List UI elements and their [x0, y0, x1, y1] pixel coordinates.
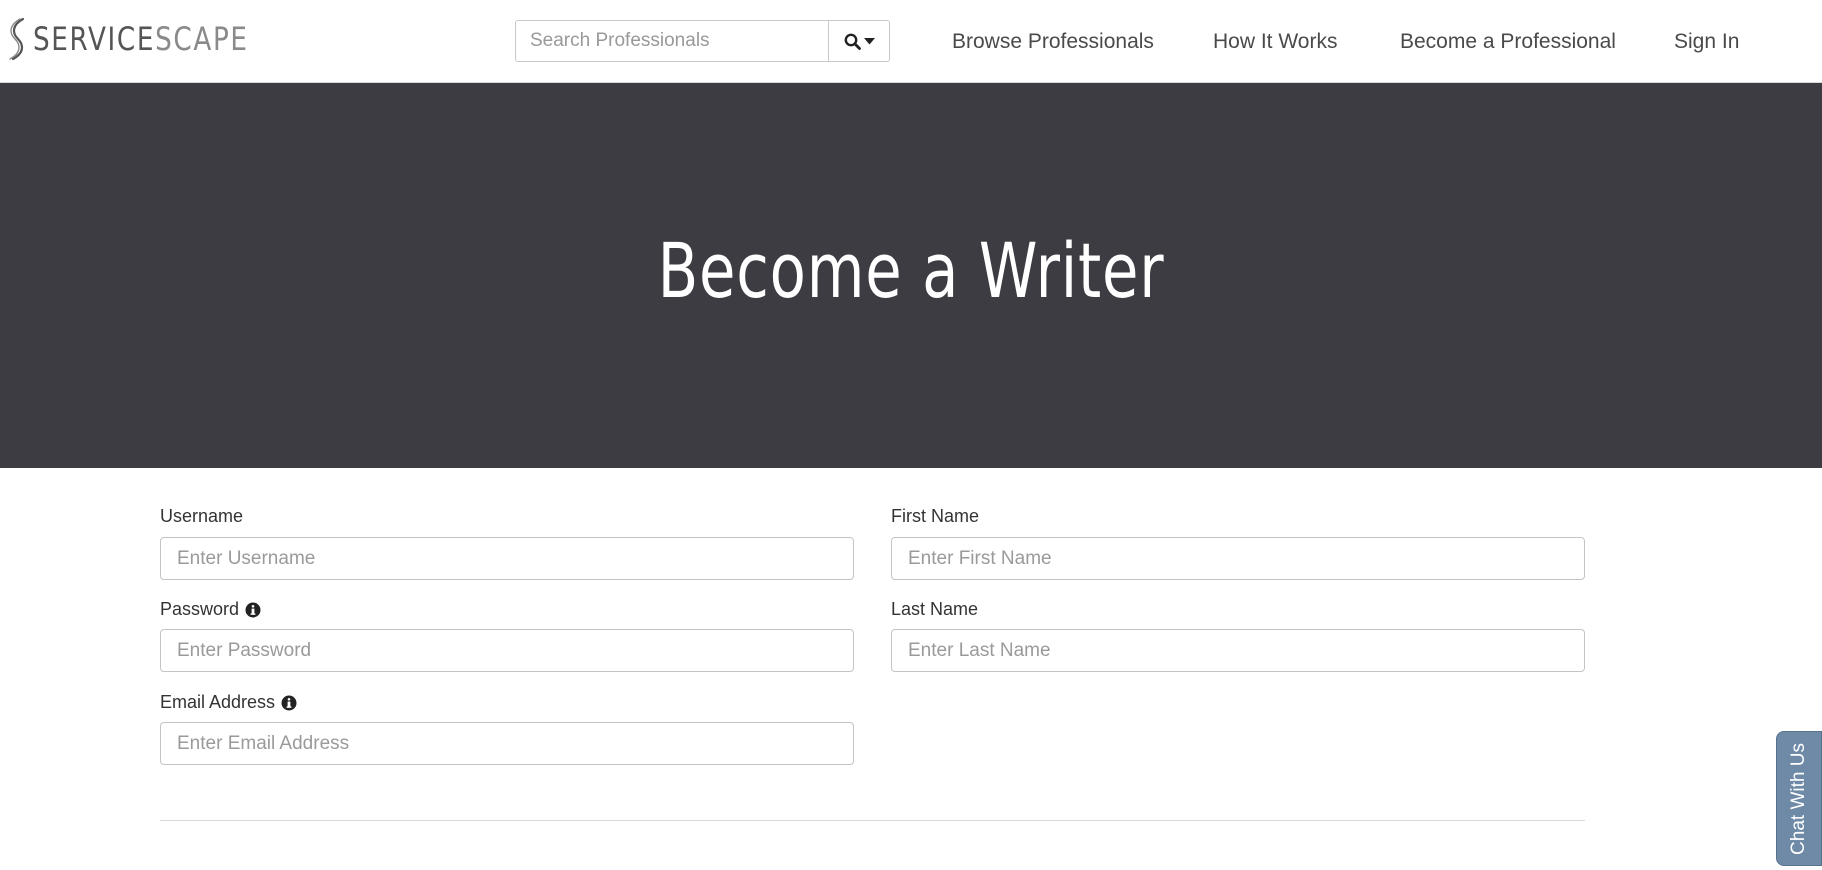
search-input[interactable] — [515, 20, 828, 62]
username-field[interactable] — [160, 537, 854, 580]
servicescape-logo[interactable]: SERVICESCAPE — [8, 17, 296, 61]
email-label-text: Email Address — [160, 692, 276, 712]
info-circle-icon[interactable] — [245, 602, 261, 618]
email-label: Email Address — [160, 692, 297, 713]
nav-become-professional-label[interactable]: Become a Professional — [1400, 30, 1616, 54]
hero-banner: Become a Writer — [0, 83, 1822, 468]
nav-browse-professionals-label[interactable]: Browse Professionals — [952, 30, 1154, 54]
last-name-label: Last Name — [891, 599, 978, 620]
chat-with-us-button[interactable]: Chat With Us — [1776, 731, 1822, 866]
logo-wordmark: SERVICESCAPE — [33, 20, 249, 58]
username-label: Username — [160, 506, 243, 527]
info-circle-icon[interactable] — [281, 695, 297, 711]
form-divider — [160, 820, 1585, 821]
search-button[interactable] — [828, 20, 890, 62]
search-icon — [844, 33, 861, 50]
password-label-text: Password — [160, 599, 240, 619]
nav-become-professional[interactable]: Become a Professional — [1400, 0, 1616, 83]
logo-text-service: SERVICE — [33, 20, 156, 58]
password-label: Password — [160, 599, 261, 620]
logo-text-scape: SCAPE — [155, 20, 249, 58]
search-bar — [515, 20, 890, 62]
chat-with-us-label: Chat With Us — [1788, 742, 1810, 855]
caret-down-icon — [863, 37, 875, 44]
first-name-label: First Name — [891, 506, 979, 527]
last-name-label-text: Last Name — [891, 599, 979, 619]
last-name-field[interactable] — [891, 629, 1585, 672]
nav-how-it-works[interactable]: How It Works — [1213, 0, 1337, 83]
first-name-label-text: First Name — [891, 506, 980, 526]
nav-sign-in-label[interactable]: Sign In — [1674, 30, 1739, 54]
username-label-text: Username — [160, 506, 244, 526]
page-title: Become a Writer — [657, 226, 1165, 315]
nav-browse-professionals[interactable]: Browse Professionals — [952, 0, 1154, 83]
s-curve-logo-icon — [9, 17, 25, 61]
email-field[interactable] — [160, 722, 854, 765]
site-header: SERVICESCAPE Browse Professionals How It… — [0, 0, 1822, 83]
nav-how-it-works-label[interactable]: How It Works — [1213, 30, 1337, 54]
nav-sign-in[interactable]: Sign In — [1674, 0, 1739, 83]
first-name-field[interactable] — [891, 537, 1585, 580]
password-field[interactable] — [160, 629, 854, 672]
